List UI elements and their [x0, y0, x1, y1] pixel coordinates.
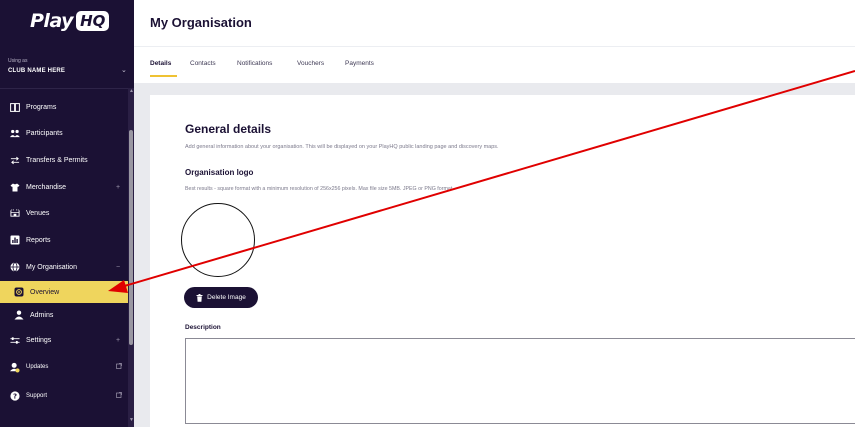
section-description: Add general information about your organ…	[185, 144, 499, 150]
page-header: My Organisation	[134, 0, 855, 46]
sidebar-item-label: Admins	[30, 311, 54, 319]
tab-payments[interactable]: Payments	[345, 60, 374, 67]
organisation-logo-image[interactable]	[181, 203, 255, 277]
sidebar-item-updates[interactable]: Updates	[0, 356, 128, 378]
section-title: General details	[185, 122, 272, 136]
trash-icon	[196, 289, 203, 307]
delete-image-label: Delete Image	[207, 294, 246, 301]
tab-bar: Details Contacts Notifications Vouchers …	[134, 46, 855, 83]
playhq-logo[interactable]: Play HQ	[30, 6, 110, 36]
delete-image-button[interactable]: Delete Image	[184, 287, 258, 308]
sidebar-item-my-organisation[interactable]: My Organisation −	[0, 256, 128, 278]
book-icon	[10, 102, 20, 112]
sidebar-item-label: Overview	[30, 288, 60, 296]
report-icon	[10, 235, 20, 245]
expand-icon[interactable]: +	[116, 184, 120, 191]
chevron-down-icon[interactable]: ⌄	[121, 66, 127, 74]
club-switcher[interactable]: CLUB NAME HERE	[8, 68, 65, 74]
sidebar-divider	[0, 88, 134, 89]
sidebar-item-label: Venues	[26, 209, 50, 217]
tab-details[interactable]: Details	[150, 60, 171, 67]
sliders-icon	[10, 335, 20, 345]
admin-user-icon	[14, 310, 24, 320]
svg-text:?: ?	[13, 393, 17, 401]
shirt-icon	[10, 182, 20, 192]
sidebar: Play HQ Using as CLUB NAME HERE ⌄ Progra…	[0, 0, 134, 427]
sidebar-item-transfers[interactable]: Transfers & Permits	[0, 149, 128, 171]
people-icon	[10, 128, 20, 138]
tab-vouchers[interactable]: Vouchers	[297, 60, 324, 67]
scrollbar-thumb[interactable]	[129, 130, 133, 345]
sidebar-item-participants[interactable]: Participants	[0, 122, 128, 144]
collapse-icon[interactable]: −	[116, 264, 120, 271]
sidebar-item-reports[interactable]: Reports	[0, 229, 128, 251]
scroll-up-arrow-icon[interactable]: ▲	[129, 88, 134, 94]
sidebar-item-overview[interactable]: Overview	[0, 281, 128, 303]
organisation-logo-hint: Best results - square format with a mini…	[185, 186, 454, 192]
sidebar-item-venues[interactable]: Venues	[0, 202, 128, 224]
active-tab-indicator	[150, 75, 177, 77]
swap-arrows-icon	[10, 155, 20, 165]
sidebar-item-label: Settings	[26, 336, 52, 344]
sidebar-item-label: Programs	[26, 103, 57, 111]
scroll-down-arrow-icon[interactable]: ▼	[129, 417, 134, 423]
description-label: Description	[185, 324, 221, 331]
sidebar-item-merchandise[interactable]: Merchandise +	[0, 176, 128, 198]
using-as-label: Using as	[8, 58, 28, 64]
page-title: My Organisation	[150, 15, 252, 30]
stadium-icon	[10, 208, 20, 218]
sidebar-item-support[interactable]: ? Support	[0, 385, 128, 407]
sidebar-item-settings[interactable]: Settings +	[0, 329, 128, 351]
help-icon: ?	[10, 391, 20, 401]
sidebar-item-label: Reports	[26, 236, 51, 244]
external-link-icon[interactable]	[116, 363, 122, 371]
sidebar-item-label: Transfers & Permits	[26, 156, 88, 164]
tab-notifications[interactable]: Notifications	[237, 60, 272, 67]
logo-play-text: Play	[30, 10, 74, 32]
sidebar-item-label: Support	[26, 393, 48, 399]
sidebar-item-programs[interactable]: Programs	[0, 96, 128, 118]
sidebar-item-label: Merchandise	[26, 183, 67, 191]
general-details-card: General details Add general information …	[150, 95, 855, 427]
external-link-icon[interactable]	[116, 392, 122, 400]
globe-icon	[10, 262, 20, 272]
description-textarea[interactable]	[185, 338, 855, 424]
sidebar-item-label: Participants	[26, 129, 63, 137]
organisation-logo-title: Organisation logo	[185, 168, 254, 177]
expand-icon[interactable]: +	[116, 337, 120, 344]
sidebar-item-admins[interactable]: Admins	[0, 304, 128, 326]
bell-user-icon	[10, 362, 20, 372]
sidebar-item-label: Updates	[26, 364, 49, 370]
overview-icon	[14, 287, 24, 297]
tab-contacts[interactable]: Contacts	[190, 60, 216, 67]
sidebar-item-label: My Organisation	[26, 263, 77, 271]
logo-hq-badge: HQ	[76, 11, 110, 31]
